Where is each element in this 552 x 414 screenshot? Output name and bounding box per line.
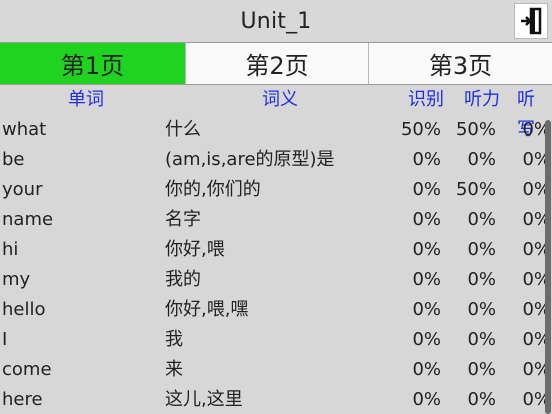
recognize-cell: 0% [412,179,441,200]
meaning-cell: 我 [165,329,183,350]
table-row[interactable]: name 名字 0% 0% 0% [0,205,552,235]
word-cell: your [2,179,43,200]
word-cell: hi [2,239,19,260]
tab-page-2[interactable]: 第2页 [185,43,368,84]
listen-cell: 50% [455,119,496,140]
recognize-cell: 50% [400,119,441,140]
recognize-cell: 0% [412,209,441,230]
meaning-cell: 你好,喂,嘿 [165,299,249,320]
scroll-thumb[interactable] [545,120,551,414]
exit-door-icon [521,7,542,35]
listen-cell: 0% [467,389,496,410]
page-title: Unit_1 [240,8,312,34]
column-header-meaning[interactable]: 词义 [262,85,298,115]
table-row[interactable]: my 我的 0% 0% 0% [0,265,552,295]
table-row[interactable]: be (am,is,are的原型)是 0% 0% 0% [0,145,552,175]
table-row[interactable]: hi 你好,喂 0% 0% 0% [0,235,552,265]
column-header-word[interactable]: 单词 [68,85,104,115]
word-cell: what [2,119,47,140]
word-cell: my [2,269,31,290]
column-header-listen[interactable]: 听力 [464,85,500,115]
exit-button[interactable] [514,3,548,39]
word-cell: be [2,149,25,170]
word-cell: here [2,389,43,410]
listen-cell: 50% [455,179,496,200]
recognize-cell: 0% [412,149,441,170]
column-header-recognize[interactable]: 识别 [408,85,444,115]
meaning-cell: 我的 [165,269,201,290]
meaning-cell: 你好,喂 [165,239,225,260]
title-bar: Unit_1 [0,0,552,42]
vertical-scrollbar[interactable] [544,120,552,414]
meaning-cell: 你的,你们的 [165,179,261,200]
word-cell: name [2,209,54,230]
recognize-cell: 0% [412,239,441,260]
word-cell: come [2,359,52,380]
meaning-cell: 来 [165,359,183,380]
listen-cell: 0% [467,329,496,350]
recognize-cell: 0% [412,329,441,350]
word-table: 单词 词义 识别 听力 听写 what 什么 50% 50% 0% be (am… [0,85,552,414]
listen-cell: 0% [467,299,496,320]
recognize-cell: 0% [412,359,441,380]
meaning-cell: 什么 [165,119,201,140]
meaning-cell: 名字 [165,209,201,230]
recognize-cell: 0% [412,269,441,290]
table-header: 单词 词义 识别 听力 听写 [0,85,552,140]
tab-page-3[interactable]: 第3页 [368,43,552,84]
table-row[interactable]: I 我 0% 0% 0% [0,325,552,355]
table-row[interactable]: hello 你好,喂,嘿 0% 0% 0% [0,295,552,325]
table-row[interactable]: your 你的,你们的 0% 50% 0% [0,175,552,205]
word-cell: hello [2,299,46,320]
page-tabs: 第1页 第2页 第3页 [0,42,552,85]
meaning-cell: (am,is,are的原型)是 [165,149,335,170]
table-row[interactable]: here 这儿,这里 0% 0% 0% [0,385,552,414]
recognize-cell: 0% [412,299,441,320]
table-row[interactable]: come 来 0% 0% 0% [0,355,552,385]
table-row[interactable]: what 什么 50% 50% 0% [0,115,552,145]
listen-cell: 0% [467,269,496,290]
listen-cell: 0% [467,239,496,260]
tab-page-1[interactable]: 第1页 [0,43,185,84]
word-cell: I [2,329,8,350]
listen-cell: 0% [467,359,496,380]
recognize-cell: 0% [412,389,441,410]
listen-cell: 0% [467,209,496,230]
meaning-cell: 这儿,这里 [165,389,243,410]
column-header-write[interactable]: 听写 [517,85,552,140]
listen-cell: 0% [467,149,496,170]
